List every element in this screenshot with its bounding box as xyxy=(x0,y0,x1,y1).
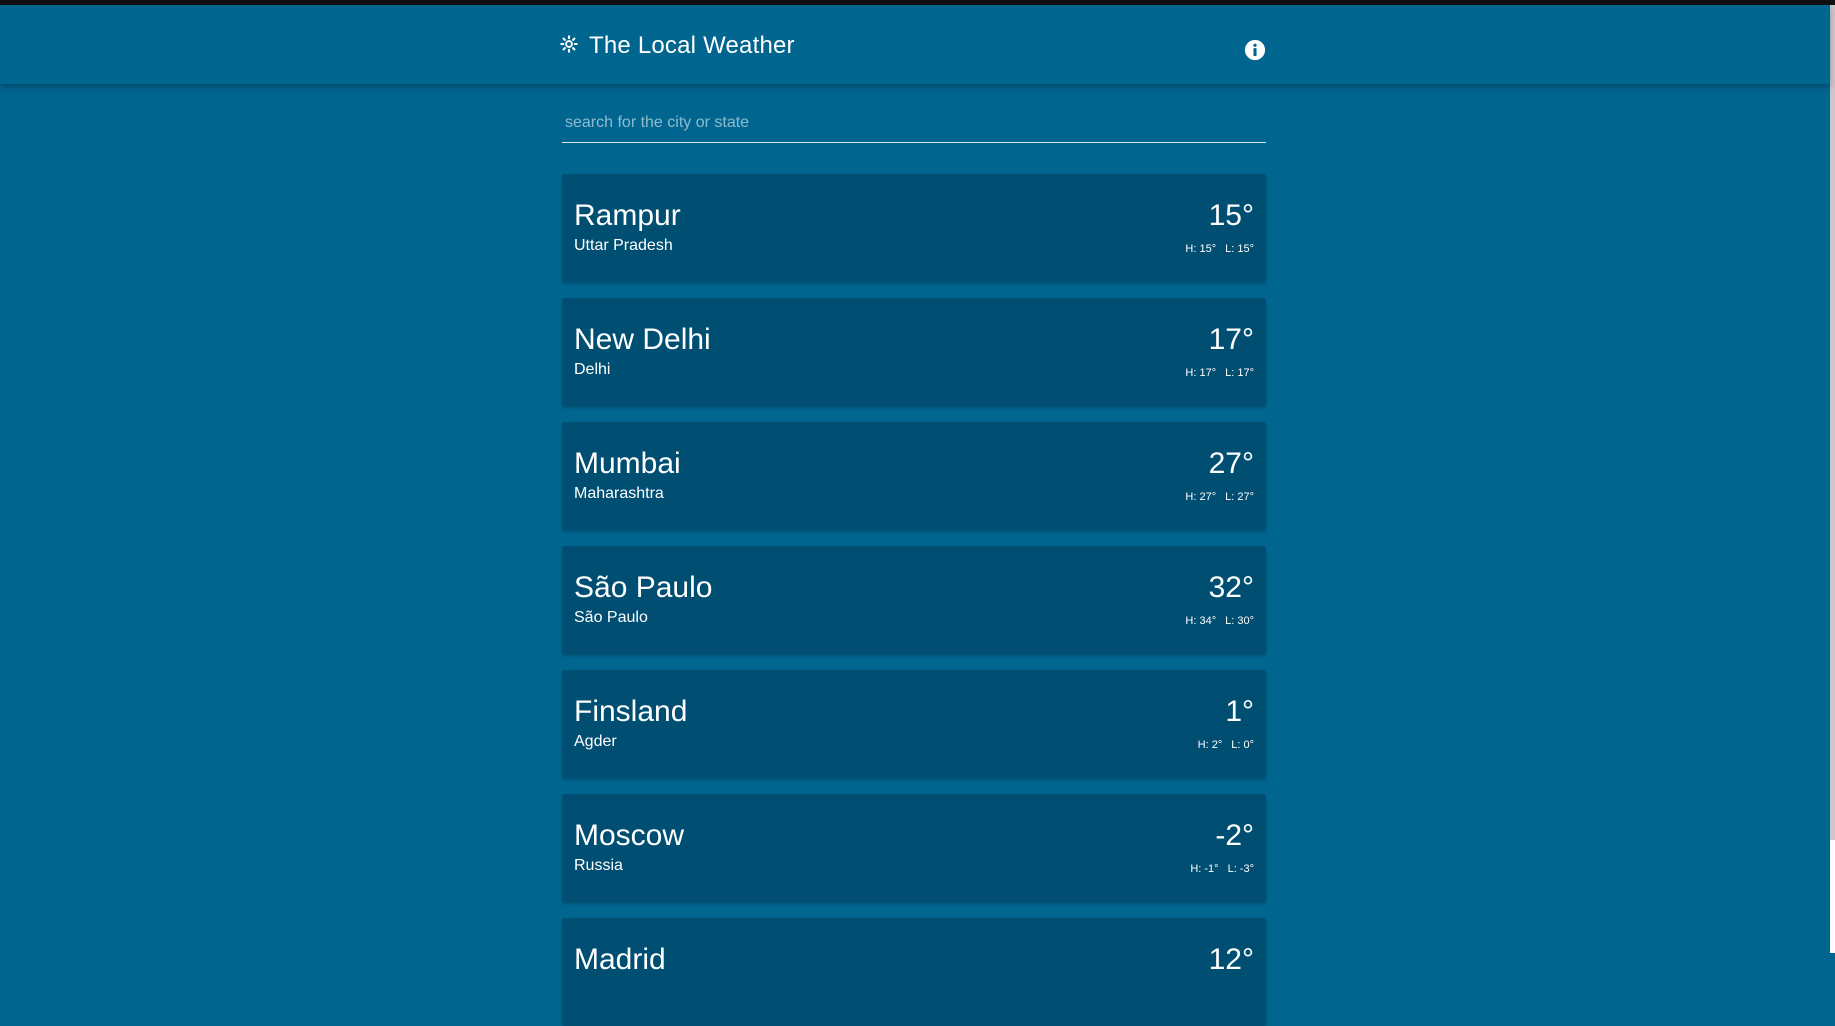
low-temperature: L: 15° xyxy=(1225,243,1254,255)
low-temperature: L: 0° xyxy=(1231,739,1254,751)
high-low: H: 34° L: 30° xyxy=(1185,614,1254,628)
city-region: São Paulo xyxy=(574,609,648,626)
city-card[interactable]: Mumbai Maharashtra 27° H: 27° L: 27° xyxy=(562,422,1266,530)
city-card[interactable]: Finsland Agder 1° H: 2° L: 0° xyxy=(562,670,1266,778)
high-low: H: 2° L: 0° xyxy=(1198,738,1254,752)
city-region: Delhi xyxy=(574,361,611,378)
high-temperature: H: 17° xyxy=(1185,367,1217,379)
city-card[interactable]: São Paulo São Paulo 32° H: 34° L: 30° xyxy=(562,546,1266,654)
high-low: H: 17° L: 17° xyxy=(1185,366,1254,380)
city-card[interactable]: New Delhi Delhi 17° H: 17° L: 17° xyxy=(562,298,1266,406)
search-field xyxy=(562,104,1266,143)
page-scrollbar[interactable] xyxy=(1830,5,1835,953)
high-temperature: H: 15° xyxy=(1185,243,1217,255)
city-name: Rampur xyxy=(574,199,681,232)
high-temperature: H: 2° xyxy=(1197,739,1223,751)
city-card[interactable]: Rampur Uttar Pradesh 15° H: 15° L: 15° xyxy=(562,174,1266,282)
current-temperature: 15° xyxy=(1208,199,1254,232)
city-name: São Paulo xyxy=(574,571,713,604)
city-region: Maharashtra xyxy=(574,485,664,502)
search-input[interactable] xyxy=(565,110,1255,136)
high-temperature: H: 27° xyxy=(1185,491,1217,503)
current-temperature: 12° xyxy=(1208,943,1254,976)
current-temperature: 17° xyxy=(1208,323,1254,356)
low-temperature: L: 27° xyxy=(1225,491,1254,503)
city-name: New Delhi xyxy=(574,323,711,356)
city-region: Russia xyxy=(574,857,623,874)
high-low: H: 27° L: 27° xyxy=(1185,490,1254,504)
sun-icon xyxy=(560,35,578,53)
city-name: Mumbai xyxy=(574,447,681,480)
scrollbar-thumb[interactable] xyxy=(1830,5,1835,840)
low-temperature: L: -3° xyxy=(1227,863,1254,875)
city-region: Uttar Pradesh xyxy=(574,237,673,254)
app-header: The Local Weather xyxy=(0,5,1830,84)
city-card[interactable]: Madrid 12° xyxy=(562,918,1266,1026)
app-title: The Local Weather xyxy=(589,32,795,59)
city-name: Madrid xyxy=(574,943,666,976)
current-temperature: 1° xyxy=(1225,695,1254,728)
city-name: Moscow xyxy=(574,819,685,852)
high-temperature: H: 34° xyxy=(1185,615,1217,627)
high-low: H: -1° L: -3° xyxy=(1190,862,1254,876)
high-low xyxy=(1245,986,1254,1000)
current-temperature: -2° xyxy=(1215,819,1254,852)
city-region: Agder xyxy=(574,733,617,750)
high-temperature: H: -1° xyxy=(1190,863,1219,875)
info-icon[interactable] xyxy=(1244,39,1266,61)
low-temperature: L: 30° xyxy=(1225,615,1254,627)
city-name: Finsland xyxy=(574,695,688,728)
low-temperature: L: 17° xyxy=(1225,367,1254,379)
high-low: H: 15° L: 15° xyxy=(1185,242,1254,256)
current-temperature: 27° xyxy=(1208,447,1254,480)
city-card[interactable]: Moscow Russia -2° H: -1° L: -3° xyxy=(562,794,1266,902)
current-temperature: 32° xyxy=(1208,571,1254,604)
